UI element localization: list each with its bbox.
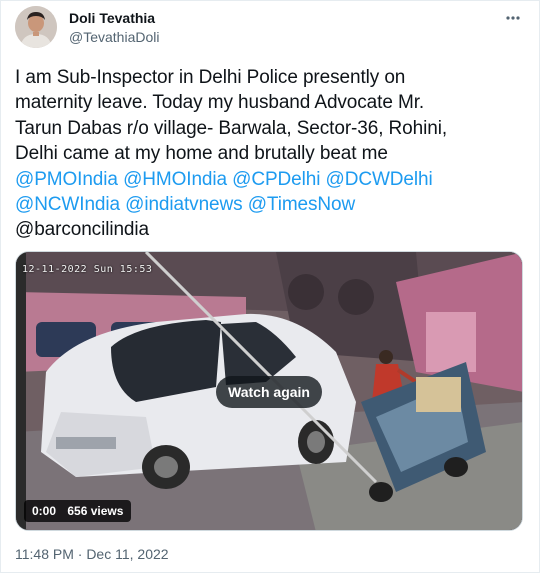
mention-link[interactable]: @CPDelhi bbox=[232, 169, 320, 190]
author-avatar[interactable] bbox=[15, 6, 57, 48]
video-views-badge: 0:00 656 views bbox=[24, 500, 132, 522]
video-player[interactable]: 12-11-2022 Sun 15:53 Watch again 0:00 65… bbox=[15, 251, 523, 531]
more-options-icon[interactable] bbox=[505, 10, 521, 26]
author-handle[interactable]: @TevathiaDoli bbox=[69, 29, 159, 45]
mention-link[interactable]: @NCWIndia bbox=[15, 194, 120, 215]
tweet-timestamp[interactable]: 11:48 PM · Dec 11, 2022 bbox=[15, 546, 169, 562]
tweet-text-line: maternity leave. Today my husband Advoca… bbox=[15, 92, 425, 114]
cctv-timestamp-overlay: 12-11-2022 Sun 15:53 bbox=[22, 264, 153, 275]
mention-link[interactable]: @PMOIndia bbox=[15, 169, 118, 190]
mentions-line: @PMOIndia @HMOIndia @CPDelhi @DCWDelhi bbox=[15, 167, 520, 192]
video-elapsed-time: 0:00 bbox=[32, 504, 57, 518]
mentions-line: @NCWIndia @indiatvnews @TimesNow bbox=[15, 192, 520, 217]
author-display-name[interactable]: Doli Tevathia bbox=[69, 10, 155, 26]
tweet-text-line: @barconcilindia bbox=[15, 219, 149, 241]
mention-link[interactable]: @HMOIndia bbox=[123, 169, 227, 190]
mention-link[interactable]: @DCWDelhi bbox=[326, 169, 433, 190]
tweet-text-line: Delhi came at my home and brutally beat … bbox=[15, 143, 388, 165]
tweet-text-line: Tarun Dabas r/o village- Barwala, Sector… bbox=[15, 117, 448, 139]
tweet-card: Doli Tevathia @TevathiaDoli I am Sub-Ins… bbox=[0, 0, 540, 573]
user-avatar-icon bbox=[15, 6, 57, 48]
video-view-count: 656 views bbox=[67, 504, 124, 518]
mention-link[interactable]: @TimesNow bbox=[248, 194, 356, 215]
watch-again-button[interactable]: Watch again bbox=[216, 376, 322, 408]
tweet-text: I am Sub-Inspector in Delhi Police prese… bbox=[15, 65, 520, 243]
tweet-text-line: I am Sub-Inspector in Delhi Police prese… bbox=[15, 67, 406, 88]
mention-link[interactable]: @indiatvnews bbox=[125, 194, 242, 215]
